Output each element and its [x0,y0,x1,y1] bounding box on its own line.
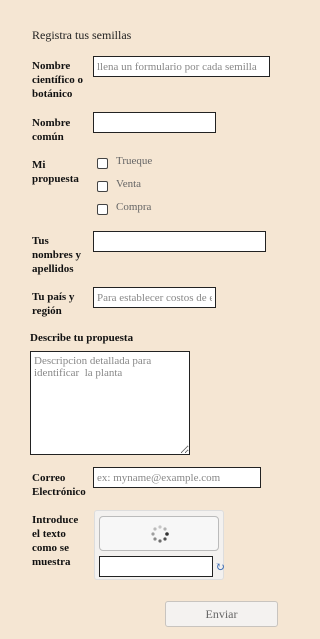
country-label: Tu país y región [32,291,75,317]
proposal-label: Mi propuesta [32,159,79,185]
scientific-name-input[interactable] [93,56,270,77]
captcha-image [99,516,219,551]
captcha-widget: ↻ [94,510,225,580]
country-input[interactable] [93,287,216,308]
form-title: Registra tus semillas [32,28,132,42]
trueque-checkbox[interactable] [97,158,108,169]
spinner-icon [151,525,169,543]
compra-checkbox[interactable] [97,204,108,215]
common-name-input[interactable] [93,112,216,133]
venta-label: Venta [116,178,142,190]
names-label: Tus nombres y apellidos [32,235,81,275]
email-label: Correo Electrónico [32,472,86,498]
names-input[interactable] [93,231,266,252]
compra-label: Compra [116,201,152,213]
scientific-name-label: Nombre científico o botánico [32,60,84,100]
captcha-label: Introduce el texto como se muestra [32,514,79,568]
venta-checkbox[interactable] [97,181,108,192]
description-textarea[interactable] [30,351,190,455]
common-name-label: Nombre común [32,117,71,143]
submit-button[interactable]: Enviar [165,601,278,627]
description-label: Describe tu propuesta [30,332,134,344]
captcha-input[interactable] [99,556,213,577]
email-input[interactable] [93,467,261,488]
trueque-label: Trueque [116,155,153,167]
refresh-icon[interactable]: ↻ [215,560,225,575]
